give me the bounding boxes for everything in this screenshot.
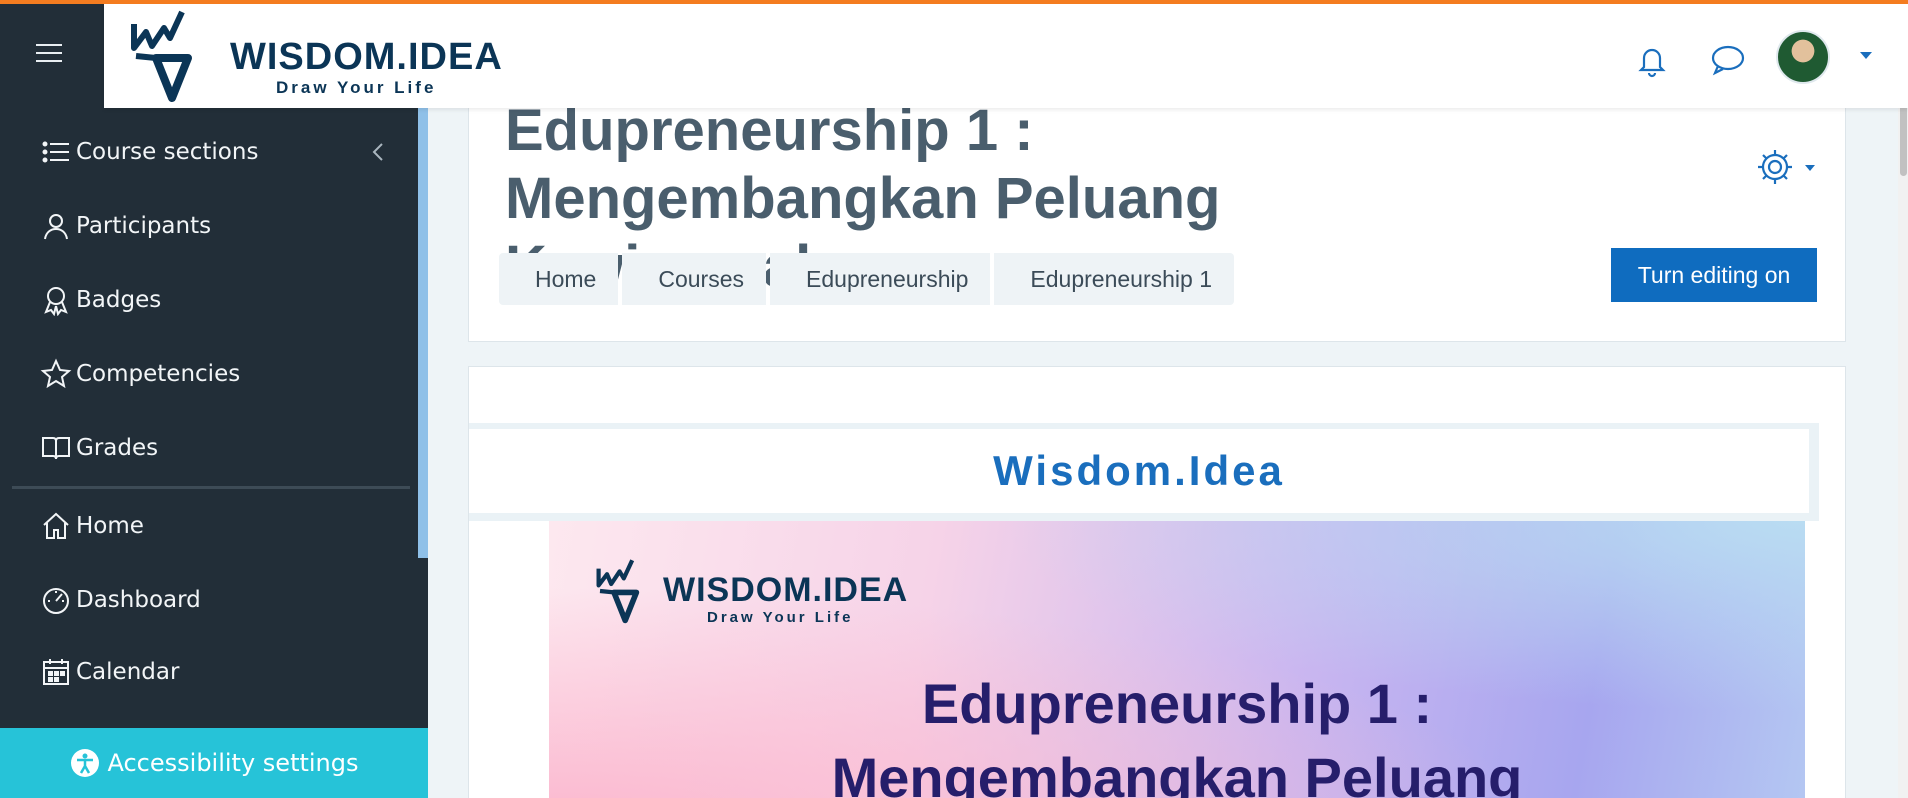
sidebar-item-label: Badges (76, 287, 162, 313)
list-icon (42, 141, 69, 163)
chevron-left-icon[interactable] (368, 140, 388, 164)
calendar-icon (43, 659, 69, 685)
brand-tagline: Draw Your Life (276, 78, 437, 97)
sidebar-item-participants[interactable]: Participants (40, 206, 211, 246)
sidebar-item-label: Dashboard (76, 587, 201, 613)
breadcrumb-courses[interactable]: Courses (622, 253, 767, 305)
brand-name: WISDOM.IDEA (230, 36, 503, 78)
badge-icon (44, 287, 68, 316)
dashboard-icon (43, 588, 69, 614)
sidebar-item-dashboard[interactable]: Dashboard (40, 580, 201, 620)
course-content-card: Wisdom.Idea WISDOM.IDEA Draw Your Life E… (468, 366, 1846, 798)
breadcrumb-edupreneurship[interactable]: Edupreneurship (770, 253, 991, 305)
turn-editing-on-button[interactable]: Turn editing on (1611, 248, 1817, 302)
accessibility-label: Accessibility settings (107, 749, 359, 777)
breadcrumb: Home Courses Edupreneurship Edupreneursh… (499, 253, 1238, 305)
course-banner-image: WISDOM.IDEA Draw Your Life Edupreneurshi… (549, 521, 1805, 798)
star-icon (40, 358, 72, 389)
logo-mark-icon (131, 10, 192, 102)
banner-title: Edupreneurship 1 : Mengembangkan Peluang (549, 667, 1805, 798)
hamburger-icon[interactable] (36, 44, 62, 64)
sidebar-item-label: Home (76, 513, 144, 539)
sidebar-item-badges[interactable]: Badges (40, 280, 161, 320)
sidebar-item-course-sections[interactable]: Course sections (40, 132, 258, 172)
sidebar-item-label: Grades (76, 435, 159, 461)
banner-logo: WISDOM.IDEA Draw Your Life (593, 541, 913, 641)
top-header: WISDOM.IDEA Draw Your Life (104, 4, 1908, 108)
breadcrumb-edupreneurship-1[interactable]: Edupreneurship 1 (994, 253, 1234, 305)
sidebar-item-label: Course sections (76, 139, 259, 165)
bell-icon[interactable] (1632, 40, 1672, 80)
sidebar-item-calendar[interactable]: Calendar (40, 652, 179, 692)
sidebar-item-label: Participants (76, 213, 212, 239)
sidebar-item-label: Competencies (76, 361, 241, 387)
accessibility-settings-button[interactable]: Accessibility settings (0, 728, 428, 798)
sidebar-item-grades[interactable]: Grades (40, 428, 158, 468)
home-icon (43, 512, 69, 539)
banner-title-line-1: Edupreneurship 1 : (921, 672, 1433, 735)
sidebar-divider (12, 486, 410, 489)
accessibility-icon (71, 749, 100, 777)
breadcrumb-home[interactable]: Home (499, 253, 619, 305)
avatar[interactable] (1776, 30, 1830, 84)
section-heading-band: Wisdom.Idea (469, 423, 1819, 521)
sidebar-item-competencies[interactable]: Competencies (40, 354, 240, 394)
book-icon (42, 437, 70, 460)
section-heading: Wisdom.Idea (469, 429, 1809, 513)
gear-icon[interactable] (1755, 147, 1821, 187)
banner-brand-name: WISDOM.IDEA (663, 571, 909, 609)
chevron-down-icon[interactable] (1860, 52, 1872, 59)
users-icon (44, 214, 68, 240)
sidebar-scrollbar[interactable] (418, 108, 428, 558)
brand-logo[interactable]: WISDOM.IDEA Draw Your Life (126, 6, 506, 106)
chat-icon[interactable] (1708, 40, 1748, 80)
top-accent-bar (0, 0, 1908, 4)
banner-brand-tagline: Draw Your Life (707, 609, 854, 626)
logo-mark-icon (596, 559, 640, 624)
banner-title-line-2: Mengembangkan Peluang (831, 746, 1523, 798)
sidebar-item-home[interactable]: Home (40, 506, 144, 546)
course-sidebar: Course sections Participants Badges Comp… (0, 0, 428, 798)
page-header-card: Edupreneurship 1 : Mengembangkan Peluang… (468, 80, 1846, 342)
sidebar-item-label: Calendar (76, 659, 180, 685)
